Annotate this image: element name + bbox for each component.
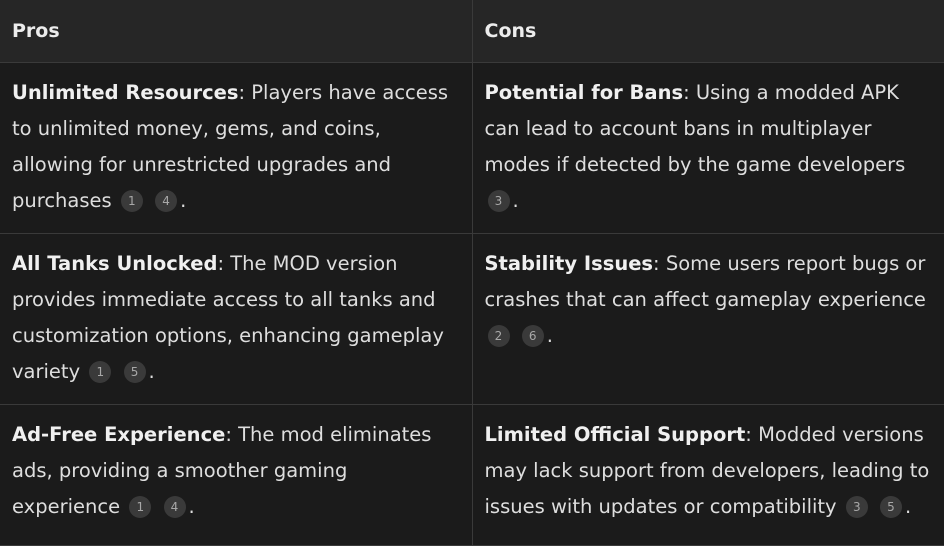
citation-badge[interactable]: 1 bbox=[120, 190, 143, 212]
con-cell: Limited Official Support: Modded version… bbox=[471, 404, 944, 546]
citation-badge[interactable]: 4 bbox=[155, 190, 178, 212]
pros-cons-table: Pros Cons Unlimited Resources: Players h… bbox=[0, 0, 944, 546]
pro-cell: All Tanks Unlocked: The MOD version prov… bbox=[0, 233, 473, 405]
sentence-end: . bbox=[180, 189, 187, 212]
pro-title: Unlimited Resources bbox=[12, 81, 239, 104]
citation-badge[interactable]: 2 bbox=[487, 325, 510, 347]
sentence-end: . bbox=[148, 360, 155, 383]
sentence-end: . bbox=[512, 189, 519, 212]
citation-badge[interactable]: 4 bbox=[163, 496, 186, 518]
con-cell: Stability Issues: Some users report bugs… bbox=[471, 233, 944, 405]
citation-badge[interactable]: 6 bbox=[521, 325, 544, 347]
con-title: Stability Issues bbox=[484, 252, 654, 275]
table-header-row: Pros Cons bbox=[0, 0, 944, 63]
con-cell: Potential for Bans: Using a modded APK c… bbox=[471, 62, 944, 234]
citation-badge[interactable]: 3 bbox=[487, 190, 510, 212]
table-row: Ad-Free Experience: The mod eliminates a… bbox=[0, 404, 944, 546]
sentence-end: . bbox=[188, 495, 195, 518]
citation-badge[interactable]: 5 bbox=[880, 496, 902, 518]
sentence-end: . bbox=[546, 324, 553, 347]
pro-cell: Unlimited Resources: Players have access… bbox=[0, 62, 473, 234]
citation-badge[interactable]: 5 bbox=[123, 361, 146, 383]
citation-badge[interactable]: 1 bbox=[129, 496, 152, 518]
table-row: All Tanks Unlocked: The MOD version prov… bbox=[0, 233, 944, 405]
citation-badge[interactable]: 1 bbox=[89, 361, 112, 383]
sentence-end: . bbox=[905, 495, 912, 518]
pro-title: All Tanks Unlocked bbox=[12, 252, 218, 275]
con-title: Limited Official Support bbox=[484, 423, 746, 446]
pro-title: Ad-Free Experience bbox=[12, 423, 226, 446]
con-title: Potential for Bans bbox=[484, 81, 684, 104]
table-row: Unlimited Resources: Players have access… bbox=[0, 62, 944, 234]
pros-header: Pros bbox=[0, 0, 473, 63]
cons-header: Cons bbox=[471, 0, 944, 63]
citation-badge[interactable]: 3 bbox=[845, 496, 868, 518]
pro-cell: Ad-Free Experience: The mod eliminates a… bbox=[0, 404, 473, 546]
